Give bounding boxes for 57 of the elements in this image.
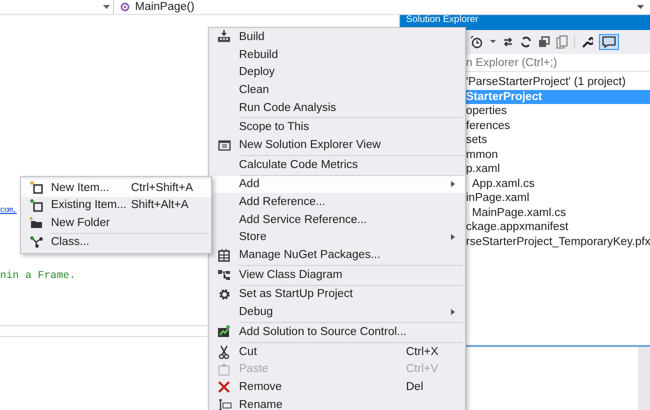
build-icon	[217, 30, 231, 44]
add-existing-icon	[30, 198, 42, 212]
clipboard-icon	[218, 362, 230, 376]
menu-item[interactable]: Existing Item... Shift+Alt+A	[21, 196, 211, 214]
tree-item[interactable]: App.xaml.cs	[466, 176, 650, 191]
source-control-icon	[217, 325, 231, 338]
tree-item[interactable]: inPage.xaml	[466, 191, 650, 206]
code-comment: nin a Frame.	[0, 270, 76, 282]
menu-item[interactable]: Store	[209, 228, 465, 246]
menu-item[interactable]: Scope to This	[209, 118, 465, 136]
sync-icon[interactable]	[502, 36, 514, 48]
collapse-all-icon[interactable]	[538, 36, 550, 48]
panel-title: Solution Explorer	[406, 15, 478, 25]
rename-icon	[216, 398, 232, 410]
menu-item[interactable]: Rename	[209, 396, 465, 410]
package-icon	[218, 248, 230, 262]
tree-item[interactable]: MainPage.xaml.cs	[466, 206, 650, 220]
scissors-icon	[218, 344, 230, 359]
menu-item[interactable]: Set as StartUp Project	[209, 286, 465, 304]
tree-item[interactable]: 'ParseStarterProject' (1 project)	[466, 75, 650, 90]
dropdown-caret-icon[interactable]	[490, 40, 496, 44]
preview-toggle-button[interactable]	[599, 34, 619, 50]
tree-item[interactable]: ckage.appxmanifest	[466, 220, 650, 234]
scrollbar[interactable]	[638, 347, 650, 410]
documents-icon[interactable]	[556, 35, 568, 49]
menu-item[interactable]: Cut Ctrl+X	[209, 342, 465, 360]
menu-item[interactable]: Add Service Reference...	[209, 210, 465, 229]
menu-item[interactable]: Add	[209, 176, 465, 194]
gear-icon	[218, 288, 230, 301]
submenu-arrow-icon	[451, 234, 455, 240]
tree-item[interactable]: operties	[466, 104, 650, 118]
folder-icon	[29, 216, 43, 229]
menu-item[interactable]: Add Reference...	[209, 193, 465, 211]
dropdown-caret-icon[interactable]	[637, 4, 644, 10]
refresh-icon[interactable]	[520, 36, 532, 48]
method-icon	[120, 2, 130, 12]
code-link[interactable]: com,	[0, 206, 17, 215]
dropdown-caret-icon[interactable]	[103, 4, 110, 10]
wrench-icon[interactable]	[581, 36, 593, 48]
member-name: MainPage()	[135, 1, 194, 13]
tree-item[interactable]: mmon	[466, 148, 650, 162]
menu-item[interactable]: Build	[209, 28, 465, 46]
clock-icon[interactable]	[470, 35, 484, 49]
menu-item[interactable]: Remove Del	[209, 378, 465, 396]
class-diagram-icon	[217, 268, 231, 281]
new-item-icon	[30, 181, 42, 194]
menu-item[interactable]: Class...	[21, 234, 211, 251]
window-icon	[218, 138, 230, 151]
class-icon	[30, 236, 42, 248]
member-dropdown[interactable]: MainPage()	[113, 0, 637, 14]
tree-item[interactable]: p.xaml	[466, 162, 650, 176]
tree-item[interactable]: ferences	[466, 118, 650, 133]
menu-item[interactable]: New Item... Ctrl+Shift+A	[21, 179, 211, 196]
tree-item[interactable]: sets	[466, 133, 650, 148]
close-icon	[218, 380, 230, 393]
submenu-arrow-icon	[451, 309, 455, 316]
submenu-arrow-icon	[451, 181, 455, 188]
